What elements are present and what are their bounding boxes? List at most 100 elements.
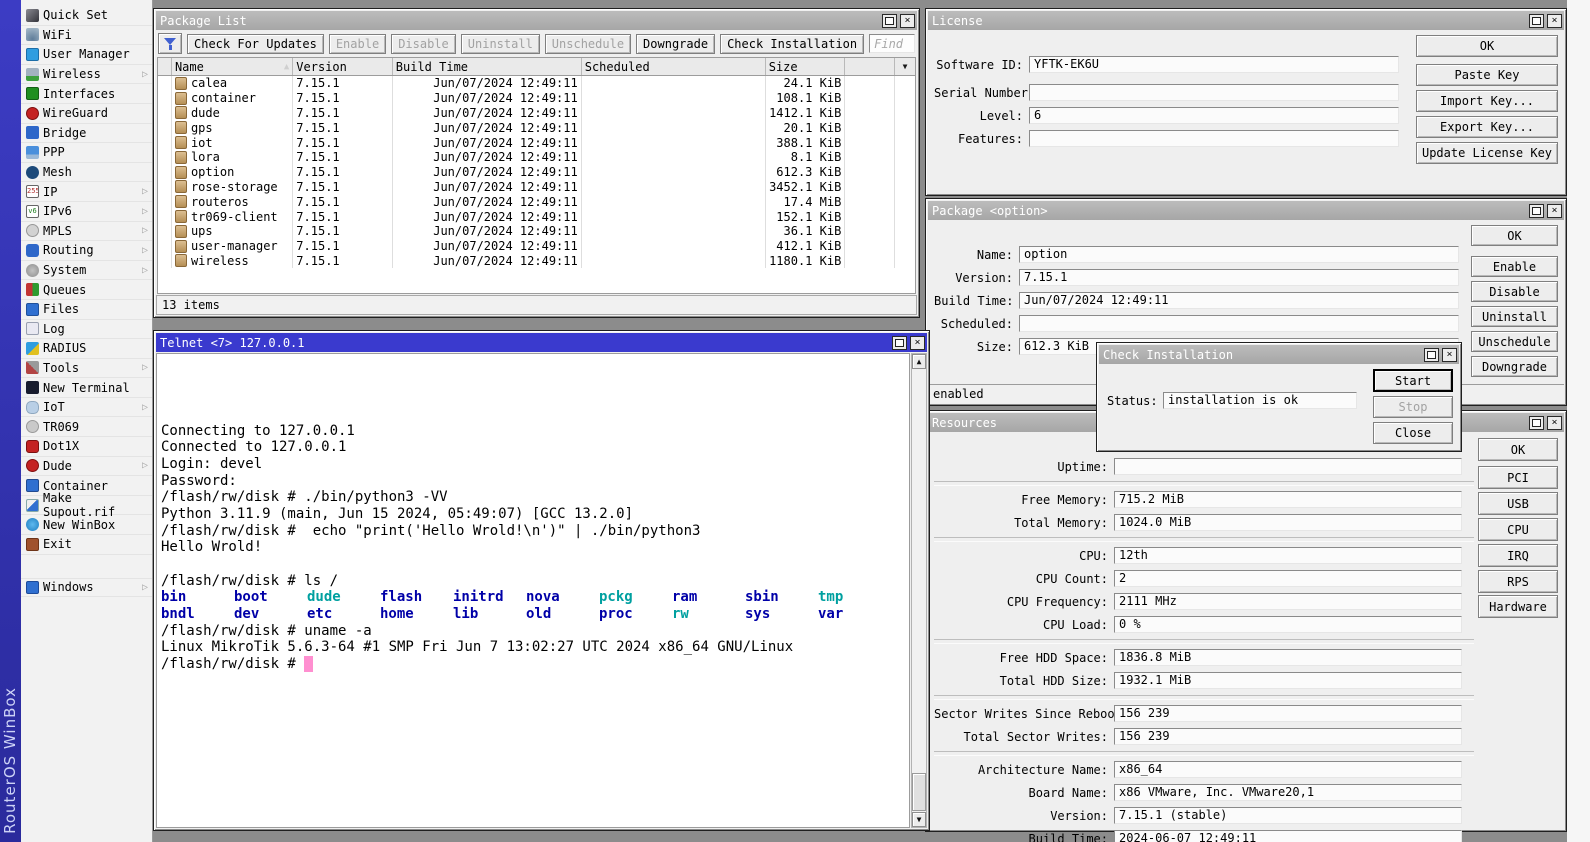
column-header-version[interactable]: Version <box>293 58 392 75</box>
downgrade-button[interactable]: Downgrade <box>1471 356 1558 377</box>
field-value-features[interactable] <box>1029 130 1399 147</box>
start-button[interactable]: Start <box>1373 369 1453 392</box>
column-header-gutter[interactable] <box>158 58 172 75</box>
import-key-button[interactable]: Import Key... <box>1416 90 1558 112</box>
sidebar-item-mesh[interactable]: Mesh <box>21 163 152 183</box>
ok-button[interactable]: OK <box>1471 225 1558 246</box>
field-value-free-hdd-space[interactable]: 1836.8 MiB <box>1114 649 1462 666</box>
close-icon[interactable]: × <box>1442 348 1457 362</box>
field-value-cpu-count[interactable]: 2 <box>1114 570 1462 587</box>
sidebar-item-wireless[interactable]: Wireless▷ <box>21 65 152 85</box>
pci-button[interactable]: PCI <box>1478 466 1558 489</box>
irq-button[interactable]: IRQ <box>1478 544 1558 567</box>
hardware-button[interactable]: Hardware <box>1478 595 1558 618</box>
ok-button[interactable]: OK <box>1416 35 1558 57</box>
maximize-icon[interactable] <box>1424 348 1439 362</box>
column-header-build-time[interactable]: Build Time <box>393 58 582 75</box>
sidebar-item-system[interactable]: System▷ <box>21 261 152 281</box>
column-header-scheduled[interactable]: Scheduled <box>582 58 766 75</box>
check-installation-button[interactable]: Check Installation <box>720 34 864 54</box>
sidebar-item-wireguard[interactable]: WireGuard <box>21 104 152 124</box>
table-row[interactable]: routeros7.15.1Jun/07/2024 12:49:1117.4 M… <box>158 194 915 209</box>
usb-button[interactable]: USB <box>1478 492 1558 515</box>
sidebar-item-windows[interactable]: Windows▷ <box>21 578 152 598</box>
sidebar-item-bridge[interactable]: Bridge <box>21 124 152 144</box>
table-row[interactable]: lora7.15.1Jun/07/2024 12:49:118.1 KiB <box>158 150 915 165</box>
field-value-version[interactable]: 7.15.1 (stable) <box>1114 807 1462 824</box>
field-value-total-memory[interactable]: 1024.0 MiB <box>1114 514 1462 531</box>
field-value-uptime[interactable] <box>1114 458 1462 475</box>
package-list-titlebar[interactable]: Package List × <box>156 11 917 30</box>
table-row[interactable]: ups7.15.1Jun/07/2024 12:49:1136.1 KiB <box>158 224 915 239</box>
sidebar-item-dude[interactable]: Dude▷ <box>21 457 152 477</box>
field-value-build-time[interactable]: 2024-06-07 12:49:11 <box>1114 830 1462 842</box>
table-row[interactable]: wireless7.15.1Jun/07/2024 12:49:111180.1… <box>158 254 915 269</box>
field-value-name[interactable]: option <box>1019 246 1459 263</box>
downgrade-button[interactable]: Downgrade <box>636 34 715 54</box>
package-option-titlebar[interactable]: Package <option> × <box>928 201 1564 220</box>
sidebar-item-interfaces[interactable]: Interfaces <box>21 84 152 104</box>
sidebar-item-tr069[interactable]: TR069 <box>21 417 152 437</box>
close-icon[interactable]: × <box>1547 204 1562 218</box>
unschedule-button[interactable]: Unschedule <box>1471 331 1558 352</box>
close-icon[interactable]: × <box>1547 416 1562 430</box>
sidebar-item-tools[interactable]: Tools▷ <box>21 359 152 379</box>
table-row[interactable]: option7.15.1Jun/07/2024 12:49:11612.3 Ki… <box>158 165 915 180</box>
table-row[interactable]: dude7.15.1Jun/07/2024 12:49:111412.1 KiB <box>158 106 915 121</box>
disable-button[interactable]: Disable <box>1471 281 1558 302</box>
field-value-sector-writes-since-reboot[interactable]: 156 239 <box>1114 705 1462 722</box>
sidebar-item-log[interactable]: Log <box>21 320 152 340</box>
sidebar-item-dot1x[interactable]: Dot1X <box>21 437 152 457</box>
column-header-name[interactable]: Name▲ <box>172 58 293 75</box>
sidebar-item-queues[interactable]: Queues <box>21 280 152 300</box>
field-value-free-memory[interactable]: 715.2 MiB <box>1114 491 1462 508</box>
table-row[interactable]: calea7.15.1Jun/07/2024 12:49:1124.1 KiB <box>158 76 915 91</box>
uninstall-button[interactable]: Uninstall <box>1471 306 1558 327</box>
terminal-scrollbar[interactable]: ▲ ▼ <box>911 353 927 828</box>
field-value-software-id[interactable]: YFTK-EK6U <box>1029 56 1399 73</box>
license-titlebar[interactable]: License × <box>928 11 1564 30</box>
close-icon[interactable]: × <box>1547 14 1562 28</box>
column-header-size[interactable]: Size <box>766 58 846 75</box>
check-installation-titlebar[interactable]: Check Installation × <box>1099 345 1459 364</box>
scroll-up-icon[interactable]: ▲ <box>912 354 926 369</box>
maximize-icon[interactable] <box>1529 204 1544 218</box>
field-value-total-sector-writes[interactable]: 156 239 <box>1114 728 1462 745</box>
close-icon[interactable]: × <box>910 336 925 350</box>
sidebar-item-ip[interactable]: 255IP▷ <box>21 182 152 202</box>
field-value-build-time[interactable]: Jun/07/2024 12:49:11 <box>1019 292 1459 309</box>
maximize-icon[interactable] <box>1529 14 1544 28</box>
field-value-cpu[interactable]: 12th <box>1114 547 1462 564</box>
table-row[interactable]: tr069-client7.15.1Jun/07/2024 12:49:1115… <box>158 209 915 224</box>
check-for-updates-button[interactable]: Check For Updates <box>187 34 324 54</box>
rps-button[interactable]: RPS <box>1478 570 1558 593</box>
terminal-area[interactable]: Connecting to 127.0.0.1Connected to 127.… <box>156 353 910 828</box>
status-value[interactable]: installation is ok <box>1163 392 1357 409</box>
field-value-cpu-load[interactable]: 0 % <box>1114 616 1462 633</box>
sidebar-item-wifi[interactable]: WiFi <box>21 26 152 46</box>
maximize-icon[interactable] <box>1529 416 1544 430</box>
sidebar-item-files[interactable]: Files <box>21 300 152 320</box>
table-row[interactable]: gps7.15.1Jun/07/2024 12:49:1120.1 KiB <box>158 120 915 135</box>
update-license-key-button[interactable]: Update License Key <box>1416 142 1558 164</box>
close-icon[interactable]: × <box>900 14 915 28</box>
close-button[interactable]: Close <box>1373 422 1453 444</box>
maximize-icon[interactable] <box>882 14 897 28</box>
field-value-scheduled[interactable] <box>1019 315 1459 332</box>
field-value-level[interactable]: 6 <box>1029 107 1399 124</box>
telnet-titlebar[interactable]: Telnet <7> 127.0.0.1 × <box>156 333 927 352</box>
sidebar-item-ppp[interactable]: PPP <box>21 143 152 163</box>
field-value-total-hdd-size[interactable]: 1932.1 MiB <box>1114 672 1462 689</box>
enable-button[interactable]: Enable <box>1471 256 1558 277</box>
cpu-button[interactable]: CPU <box>1478 518 1558 541</box>
table-row[interactable]: user-manager7.15.1Jun/07/2024 12:49:1141… <box>158 239 915 254</box>
maximize-icon[interactable] <box>892 336 907 350</box>
column-dropdown-icon[interactable]: ▼ <box>895 58 915 75</box>
field-value-version[interactable]: 7.15.1 <box>1019 269 1459 286</box>
table-row[interactable]: rose-storage7.15.1Jun/07/2024 12:49:1134… <box>158 180 915 195</box>
table-row[interactable]: container7.15.1Jun/07/2024 12:49:11108.1… <box>158 91 915 106</box>
sidebar-item-radius[interactable]: RADIUS <box>21 339 152 359</box>
ok-button[interactable]: OK <box>1478 438 1558 461</box>
field-value-board-name[interactable]: x86 VMware, Inc. VMware20,1 <box>1114 784 1462 801</box>
sidebar-item-routing[interactable]: Routing▷ <box>21 241 152 261</box>
